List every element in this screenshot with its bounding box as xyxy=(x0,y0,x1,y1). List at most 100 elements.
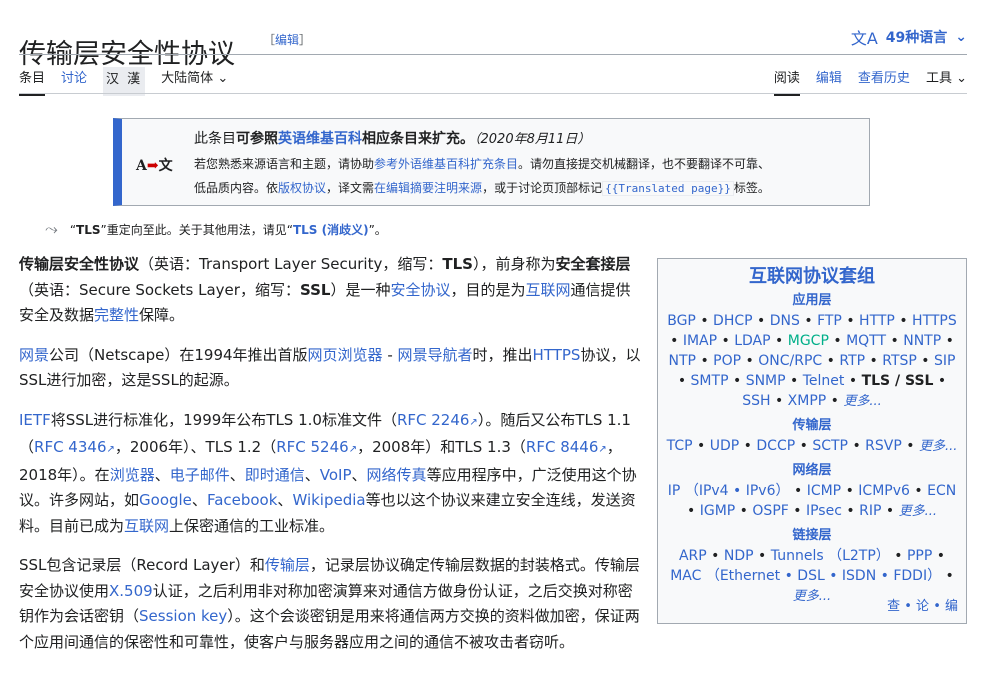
navbox-group-head[interactable]: 应用层 xyxy=(658,291,966,311)
license-link[interactable]: 版权协议 xyxy=(278,181,326,195)
language-button[interactable]: 文A 49种语言 ⌄ xyxy=(851,25,967,49)
link-netscape-navigator[interactable]: 网景导航者 xyxy=(398,346,473,364)
text: ”。 xyxy=(368,222,387,237)
navbox-item[interactable]: NTP xyxy=(669,353,696,369)
variant-dropdown[interactable]: 大陆简体 ⌄ xyxy=(161,67,228,96)
navbox-item[interactable]: LDAP xyxy=(734,333,770,349)
tab-read[interactable]: 阅读 xyxy=(773,67,800,96)
tools-dropdown[interactable]: 工具 ⌄ xyxy=(926,67,967,96)
navbox-item[interactable]: OSPF xyxy=(752,503,788,519)
navbox-item[interactable]: SIP xyxy=(934,353,955,369)
navbox-item[interactable]: SCTP xyxy=(812,438,848,454)
text: TLS xyxy=(442,255,473,273)
text: 低品质内容。依 xyxy=(194,181,279,195)
navbox-item[interactable]: IMAP xyxy=(683,333,717,349)
title-edit-link[interactable]: ［编辑］ xyxy=(263,31,311,48)
navbox-item[interactable]: HTTP xyxy=(859,313,895,329)
link-internet[interactable]: 互联网 xyxy=(526,281,571,299)
tab-history[interactable]: 查看历史 xyxy=(858,67,910,96)
tab-talk[interactable]: 讨论 xyxy=(61,67,87,96)
link-wikipedia[interactable]: Wikipedia xyxy=(292,491,365,509)
link-rfc5246[interactable]: RFC 5246 xyxy=(276,438,357,456)
navbox-item[interactable]: FTP xyxy=(817,313,842,329)
translate-notice-icon: A➡文 xyxy=(136,155,173,175)
navbox-item[interactable]: SSH xyxy=(742,393,770,409)
navbox-item[interactable]: ECN xyxy=(927,483,956,499)
navbox-item[interactable]: IPsec xyxy=(806,503,842,519)
navbox-item[interactable]: NDP xyxy=(724,548,754,564)
link-netscape[interactable]: 网景 xyxy=(19,346,49,364)
expand-guide-link[interactable]: 参考外语维基百科扩充条目 xyxy=(374,157,518,171)
navbox-item[interactable]: SMTP xyxy=(691,373,729,389)
navbox-group-head[interactable]: 传输层 xyxy=(658,416,966,436)
navbox-more-link[interactable]: 更多... xyxy=(843,394,881,409)
tab-article[interactable]: 条目 xyxy=(19,67,46,96)
navbox-item[interactable]: TLS / SSL xyxy=(862,373,934,389)
navbox-more-link[interactable]: 更多... xyxy=(793,589,831,604)
navbox-item[interactable]: DHCP xyxy=(713,313,753,329)
link-rfc4346[interactable]: RFC 4346 xyxy=(34,438,115,456)
navbox-item[interactable]: TCP xyxy=(667,438,693,454)
link-fax[interactable]: 网络传真 xyxy=(367,466,427,484)
link-internet-2[interactable]: 互联网 xyxy=(124,517,169,535)
navbox-item[interactable]: ONC/RPC xyxy=(758,353,822,369)
link-web-browser[interactable]: 网页浏览器 xyxy=(308,346,383,364)
link-google[interactable]: Google xyxy=(139,491,192,509)
navbox-group-items: BGP • DHCP • DNS • FTP • HTTP • HTTPS • … xyxy=(658,311,966,412)
han-variant-toggle[interactable]: 汉 漢 xyxy=(103,67,146,96)
text: 。请勿直接提交机械翻译，也不要翻译不可靠、 xyxy=(518,157,771,171)
link-rfc8446[interactable]: RFC 8446 xyxy=(526,438,607,456)
navbox-item[interactable]: BGP xyxy=(667,313,696,329)
edit-label[interactable]: 编辑 xyxy=(275,33,299,47)
link-security-protocol[interactable]: 安全协议 xyxy=(390,281,450,299)
navbox-item[interactable]: Tunnels （L2TP） xyxy=(771,548,890,564)
navbox-item[interactable]: MAC （Ethernet • DSL • ISDN • FDDI） xyxy=(670,568,941,584)
link-x509[interactable]: X.509 xyxy=(109,582,153,600)
navbox-item[interactable]: ICMPv6 xyxy=(858,483,910,499)
navbox-item[interactable]: RTSP xyxy=(882,353,917,369)
navbox-item[interactable]: DNS xyxy=(770,313,800,329)
text: 将SSL进行标准化，1999年公布TLS 1.0标准文件（ xyxy=(50,410,397,429)
link-transport-layer[interactable]: 传输层 xyxy=(265,556,310,574)
attribution-link[interactable]: 在编辑摘要注明来源 xyxy=(374,181,482,195)
disambiguation-link[interactable]: TLS (消歧义) xyxy=(293,223,369,237)
navbox-group-head[interactable]: 网络层 xyxy=(658,461,966,481)
navbox-item[interactable]: RSVP xyxy=(865,438,902,454)
tab-edit[interactable]: 编辑 xyxy=(816,67,842,96)
navbox-item[interactable]: ARP xyxy=(679,548,707,564)
navbox-item[interactable]: Telnet xyxy=(803,373,845,389)
navbox-item[interactable]: IGMP xyxy=(700,503,736,519)
navbox-item[interactable]: IP （IPv4 • IPv6） xyxy=(668,483,790,499)
navbox-more-link[interactable]: 更多... xyxy=(919,439,957,454)
link-email[interactable]: 电子邮件 xyxy=(170,466,230,484)
english-wiki-link[interactable]: 英语维基百科 xyxy=(278,131,362,147)
navbox-item[interactable]: HTTPS xyxy=(912,313,957,329)
navbox-item[interactable]: DCCP xyxy=(756,438,795,454)
navbox-view-edit-links[interactable]: 查 • 论 • 编 xyxy=(887,597,958,617)
navbox-item[interactable]: SNMP xyxy=(746,373,786,389)
navbox-item[interactable]: POP xyxy=(713,353,741,369)
navbox-item[interactable]: MQTT xyxy=(846,333,886,349)
navbox-item[interactable]: PPP xyxy=(907,548,932,564)
link-integrity[interactable]: 完整性 xyxy=(94,306,139,324)
navbox-item[interactable]: XMPP xyxy=(788,393,827,409)
navbox-item[interactable]: MGCP xyxy=(788,333,829,349)
navbox-title[interactable]: 互联网协议套组 xyxy=(658,267,966,287)
navbox-item[interactable]: RIP xyxy=(859,503,881,519)
link-facebook[interactable]: Facebook xyxy=(207,491,277,509)
text: ），前身称为 xyxy=(472,255,556,273)
navbox-item[interactable]: NNTP xyxy=(903,333,941,349)
link-ietf[interactable]: IETF xyxy=(19,411,51,429)
navbox-group-head[interactable]: 链接层 xyxy=(658,526,966,546)
link-rfc2246[interactable]: RFC 2246 xyxy=(397,411,478,429)
navbox-more-link[interactable]: 更多... xyxy=(899,504,937,519)
link-voip[interactable]: VoIP xyxy=(320,466,352,484)
navbox-item[interactable]: UDP xyxy=(710,438,739,454)
link-session-key[interactable]: Session key xyxy=(139,607,227,625)
link-im[interactable]: 即时通信 xyxy=(245,466,305,484)
navbox-item[interactable]: ICMP xyxy=(807,483,841,499)
link-https[interactable]: HTTPS xyxy=(533,346,581,364)
navbox-item[interactable]: RTP xyxy=(839,353,865,369)
text: ，译文需 xyxy=(326,181,375,195)
link-browser[interactable]: 浏览器 xyxy=(110,466,155,484)
